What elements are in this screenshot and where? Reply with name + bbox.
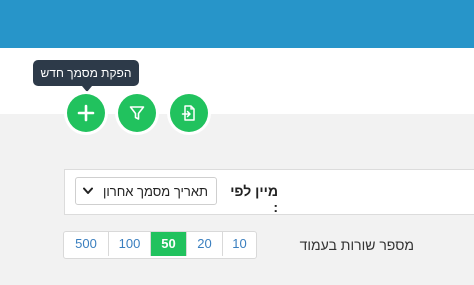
filter-icon	[129, 106, 145, 120]
file-export-icon	[181, 105, 195, 121]
page-size-50[interactable]: 50	[150, 232, 186, 256]
sort-select-value: תאריך מסמך אחרון	[103, 184, 208, 199]
export-button[interactable]	[170, 94, 208, 132]
page-size-500[interactable]: 500	[64, 232, 108, 256]
rows-per-page-pager: 500 100 50 20 10	[63, 231, 257, 259]
sort-label: מיין לפי :	[230, 183, 278, 215]
plus-icon	[77, 104, 95, 122]
chevron-down-icon	[83, 187, 93, 194]
top-header-bar	[0, 0, 474, 48]
page-size-100[interactable]: 100	[108, 232, 150, 256]
tooltip: הפקת מסמך חדש	[33, 60, 139, 86]
filter-button[interactable]	[118, 94, 156, 132]
add-document-button[interactable]	[67, 94, 105, 132]
sort-select[interactable]: תאריך מסמך אחרון	[75, 177, 217, 205]
page-size-20[interactable]: 20	[186, 232, 222, 256]
page-size-10[interactable]: 10	[222, 232, 256, 256]
tooltip-arrow	[82, 86, 92, 92]
rows-per-page-label: מספר שורות בעמוד	[299, 237, 414, 253]
